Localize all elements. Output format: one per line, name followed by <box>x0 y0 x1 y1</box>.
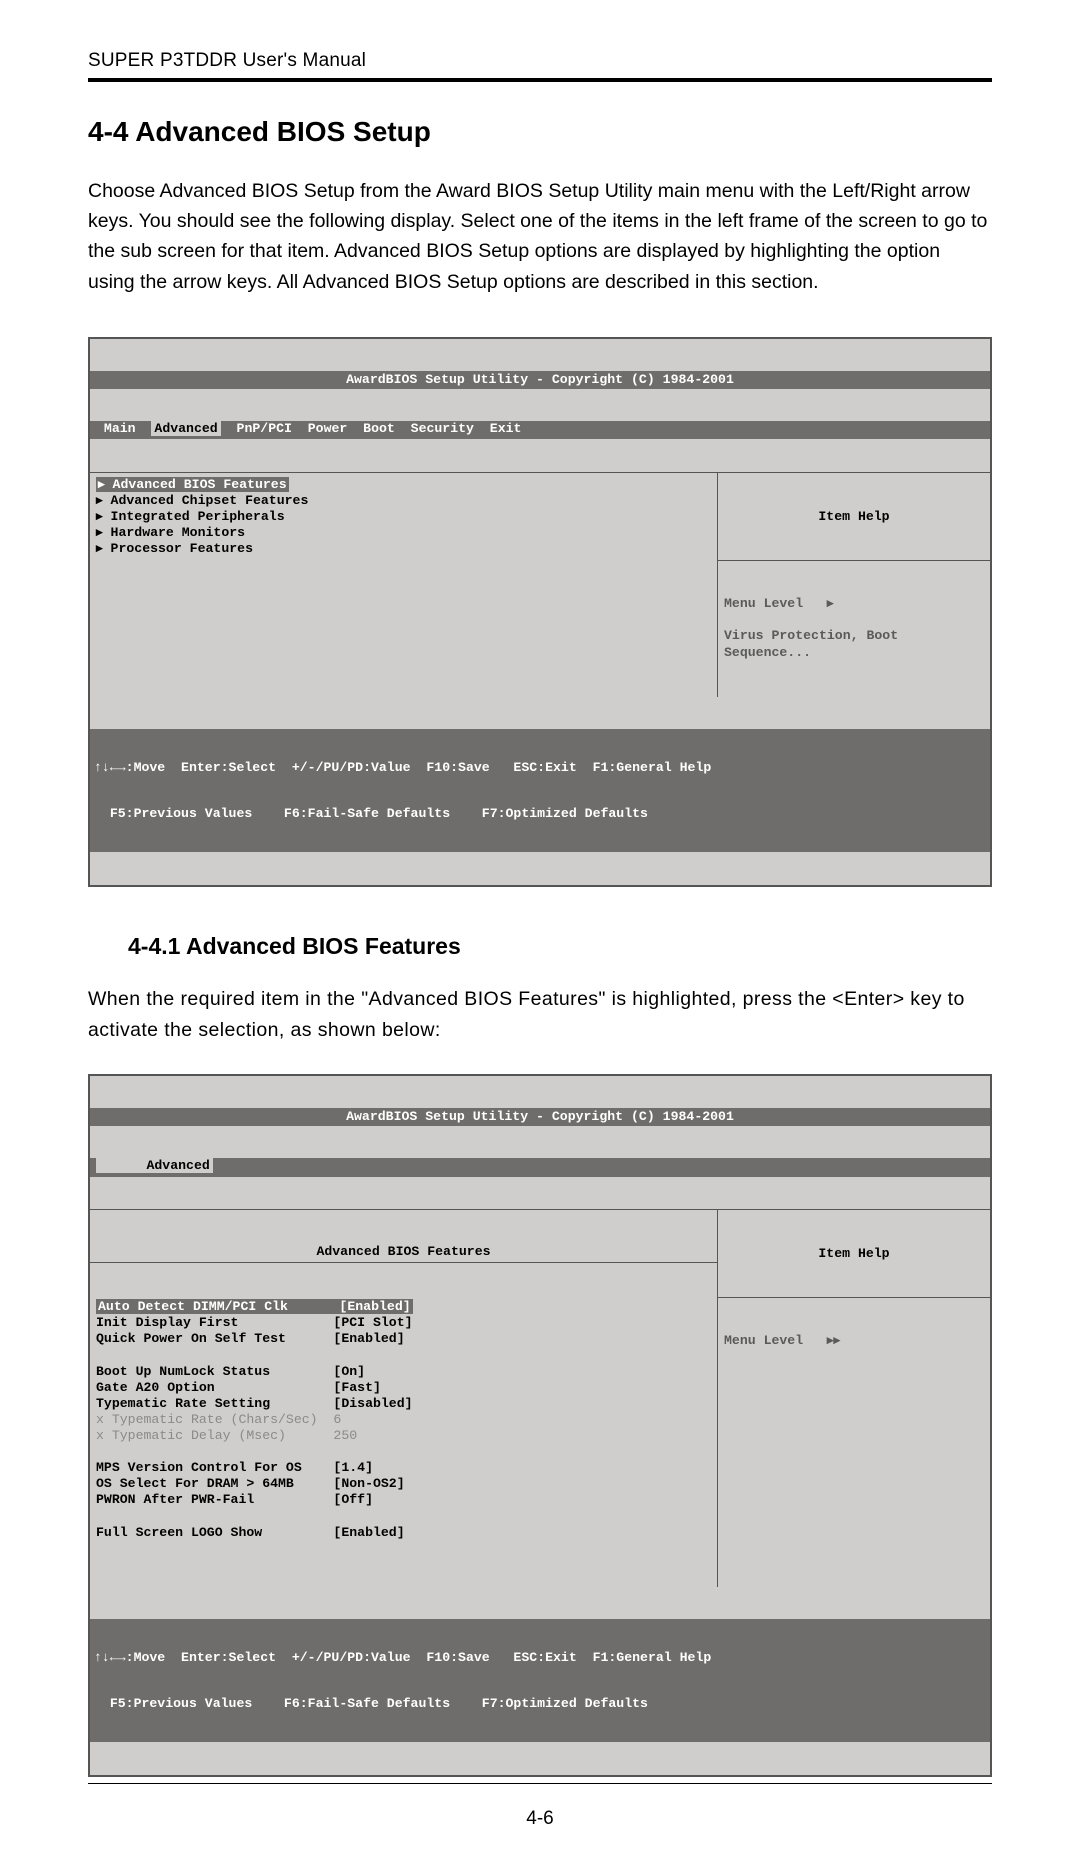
bios1-footer: ↑↓←→:Move Enter:Select +/-/PU/PD:Value F… <box>90 729 990 852</box>
bios-screenshot-1: AwardBIOS Setup Utility - Copyright (C) … <box>88 337 992 887</box>
bios2-main: Advanced BIOS Features Auto Detect DIMM/… <box>90 1210 717 1587</box>
bios1-footer-line1: ↑↓←→:Move Enter:Select +/-/PU/PD:Value F… <box>94 760 986 775</box>
bios-screenshot-2: AwardBIOS Setup Utility - Copyright (C) … <box>88 1074 992 1777</box>
subsection-title: 4-4.1 Advanced BIOS Features <box>128 933 992 960</box>
section-title: 4-4 Advanced BIOS Setup <box>88 116 992 148</box>
page-header: SUPER P3TDDR User's Manual <box>88 50 992 82</box>
bios2-title: AwardBIOS Setup Utility - Copyright (C) … <box>90 1108 990 1126</box>
bios1-tabbar: Main Advanced PnP/PCI Power Boot Securit… <box>90 421 990 439</box>
bios2-footer-line2: F5:Previous Values F6:Fail-Safe Defaults… <box>94 1696 986 1711</box>
bios1-help: Item Help Menu Level ▸ Virus Protection,… <box>717 473 990 697</box>
bios2-footer: ↑↓←→:Move Enter:Select +/-/PU/PD:Value F… <box>90 1619 990 1742</box>
bios1-menu: ▸ Advanced BIOS Features▸ Advanced Chips… <box>90 473 717 697</box>
bios2-footer-line1: ↑↓←→:Move Enter:Select +/-/PU/PD:Value F… <box>94 1650 986 1665</box>
bios2-tab-advanced: Advanced <box>96 1158 213 1173</box>
subsection-paragraph: When the required item in the "Advanced … <box>88 984 992 1046</box>
bios2-pane-title: Advanced BIOS Features <box>90 1242 717 1263</box>
bios1-footer-line2: F5:Previous Values F6:Fail-Safe Defaults… <box>94 806 986 821</box>
intro-paragraph: Choose Advanced BIOS Setup from the Awar… <box>88 176 992 297</box>
bios1-help-title: Item Help <box>724 509 984 525</box>
bios1-title: AwardBIOS Setup Utility - Copyright (C) … <box>90 371 990 389</box>
page-number: 4-6 <box>88 1808 992 1830</box>
bios2-help-title: Item Help <box>724 1246 984 1262</box>
bios2-help: Item Help Menu Level ▸▸ <box>717 1210 990 1587</box>
bios2-tabbar: Advanced <box>90 1158 990 1176</box>
